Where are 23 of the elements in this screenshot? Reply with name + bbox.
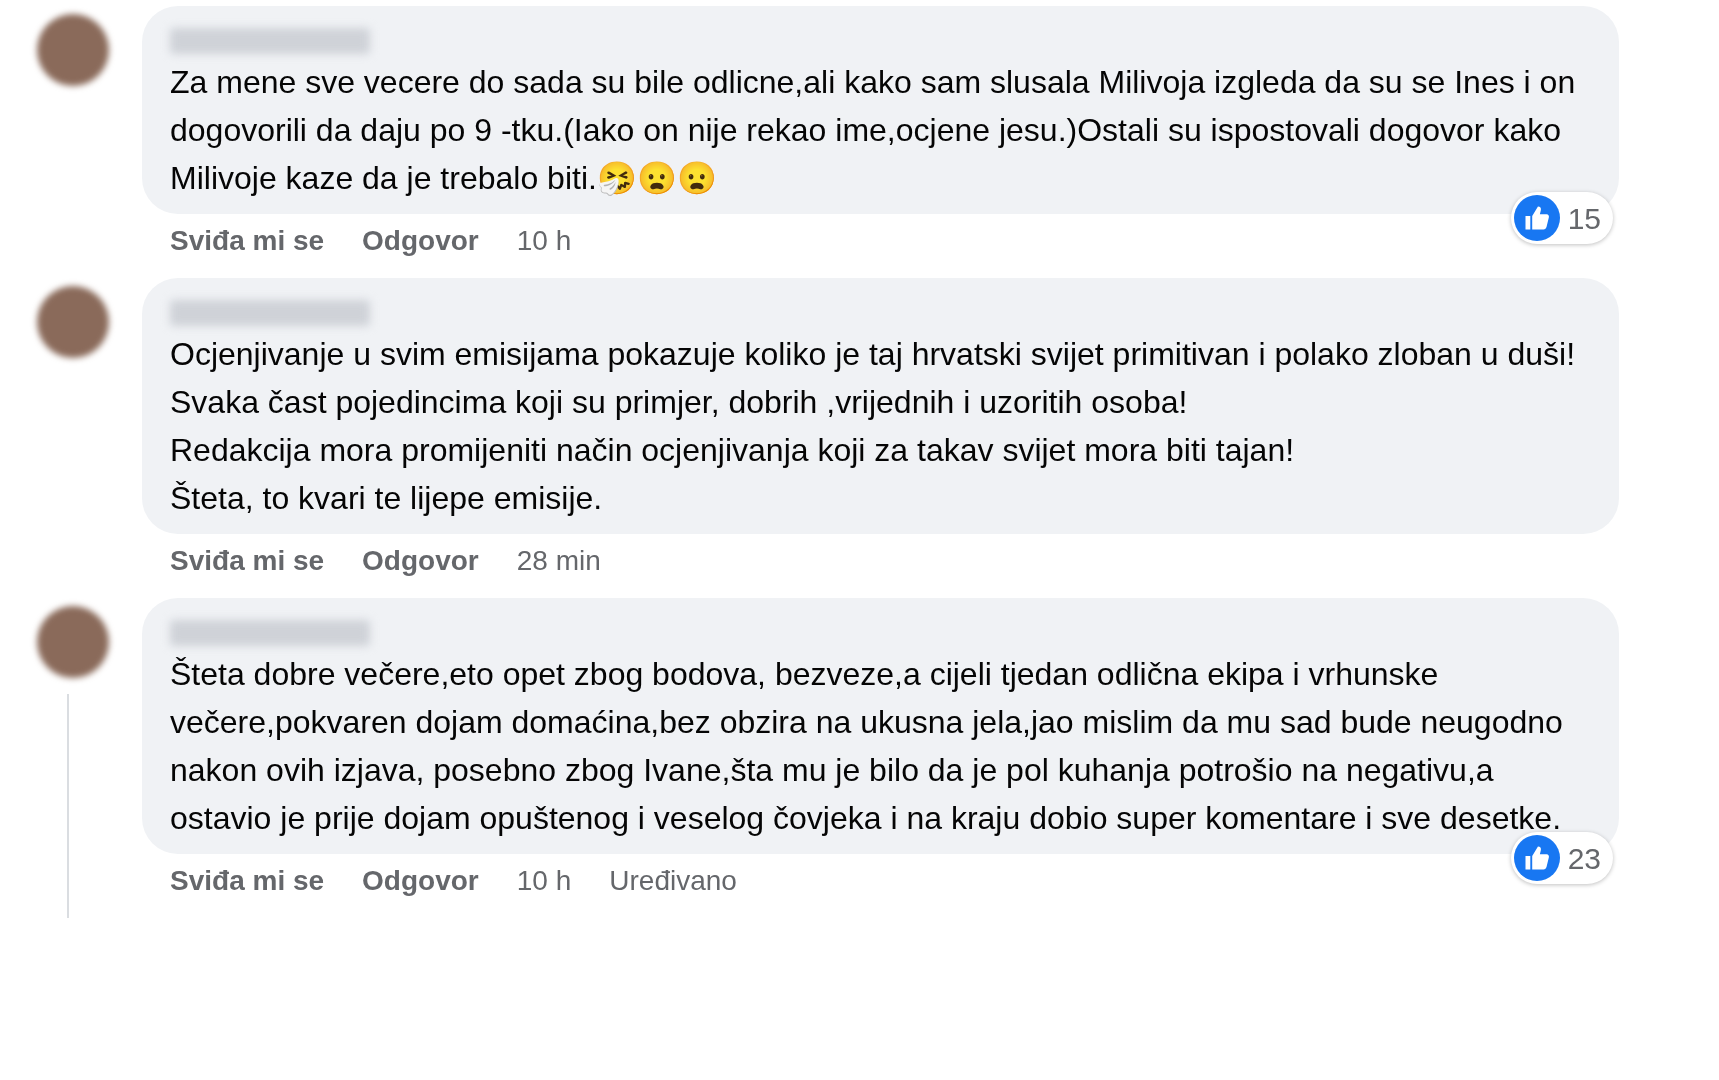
reaction-badge[interactable]: 23 <box>1510 832 1613 884</box>
edited-label[interactable]: Uređivano <box>609 860 737 902</box>
reply-link[interactable]: Odgovor <box>362 540 479 582</box>
comment-text: Šteta, to kvari te lijepe emisije. <box>170 479 604 518</box>
thumbs-up-icon <box>1513 195 1560 241</box>
comment-time[interactable]: 28 min <box>516 540 601 582</box>
like-link[interactable]: Sviđa mi se <box>170 220 325 262</box>
avatar[interactable] <box>36 286 109 358</box>
like-link[interactable]: Sviđa mi se <box>170 540 325 582</box>
comment-time[interactable]: 10 h <box>516 220 572 262</box>
avatar[interactable] <box>36 14 109 86</box>
reaction-count: 23 <box>1567 840 1601 877</box>
comment-text: Svaka čast pojedincima koji su primjer, dobrih ,vrijednih i uzoritih osoba! <box>170 383 1189 422</box>
comment-text: Redakcija mora promijeniti način ocjenjivanja koji za takav svijet mora biti tajan! <box>170 431 1296 470</box>
comment-text: Ocjenjivanje u svim emisijama pokazuje koliko je taj hrvatski svijet primitivan i polako zloban u duši! <box>170 335 1577 374</box>
reaction-badge[interactable]: 15 <box>1510 192 1613 244</box>
reaction-count: 15 <box>1567 200 1601 237</box>
like-link[interactable]: Sviđa mi se <box>170 860 325 902</box>
reply-link[interactable]: Odgovor <box>362 860 479 902</box>
reply-link[interactable]: Odgovor <box>362 220 479 262</box>
comment-time[interactable]: 10 h <box>516 860 572 902</box>
thumbs-up-icon <box>1513 835 1560 881</box>
avatar[interactable] <box>36 606 109 678</box>
